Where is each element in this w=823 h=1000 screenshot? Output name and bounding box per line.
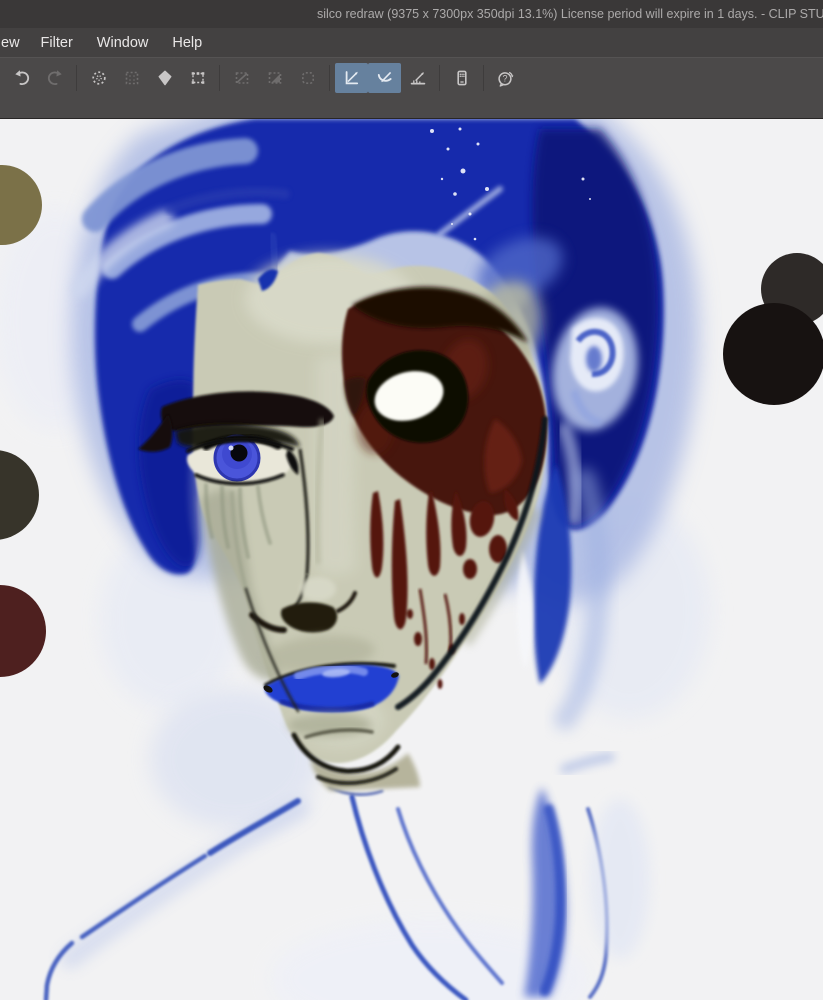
artwork-silco-portrait bbox=[0, 119, 823, 1000]
smartphone-icon bbox=[456, 70, 467, 86]
fill-button[interactable] bbox=[148, 63, 181, 93]
menu-window[interactable]: Window bbox=[85, 28, 161, 57]
toolbar-separator bbox=[76, 65, 77, 91]
menu-view-partial[interactable]: ew bbox=[0, 28, 29, 57]
redo-arrow-icon bbox=[47, 70, 62, 86]
toolbar-separator bbox=[329, 65, 330, 91]
menu-filter[interactable]: Filter bbox=[29, 28, 85, 57]
dotted-square-diagonal-icon bbox=[235, 72, 248, 84]
border-effect-button[interactable] bbox=[291, 63, 324, 93]
svg-text:?: ? bbox=[502, 73, 507, 83]
help-button[interactable]: ? bbox=[489, 63, 522, 93]
question-bubble-icon: ? bbox=[498, 71, 514, 87]
reselect-button[interactable] bbox=[115, 63, 148, 93]
dotted-square-half-fill-icon bbox=[268, 72, 281, 84]
menu-bar: ew Filter Window Help bbox=[0, 28, 823, 57]
ruler-pen-icon bbox=[345, 71, 358, 85]
command-bar: ? bbox=[0, 57, 823, 119]
transform-handles-icon bbox=[191, 72, 204, 84]
snap-to-ruler-button[interactable] bbox=[335, 63, 368, 93]
toolbar-separator bbox=[439, 65, 440, 91]
undo-button[interactable] bbox=[5, 63, 38, 93]
dotted-rounded-square-icon bbox=[301, 71, 314, 84]
smartphone-connection-button[interactable] bbox=[445, 63, 478, 93]
snap-to-special-ruler-button[interactable] bbox=[368, 63, 401, 93]
swatch-black bbox=[723, 303, 823, 405]
scale-rotate-button[interactable] bbox=[181, 63, 214, 93]
clip-studio-paint-window: silco redraw (9375 x 7300px 350dpi 13.1%… bbox=[0, 0, 823, 1000]
window-title: silco redraw (9375 x 7300px 350dpi 13.1%… bbox=[317, 7, 823, 21]
deselect-button[interactable] bbox=[82, 63, 115, 93]
toolbar-separator bbox=[483, 65, 484, 91]
clear-button[interactable] bbox=[225, 63, 258, 93]
grid-ruler-pen-icon bbox=[410, 72, 425, 85]
curve-pen-icon bbox=[377, 71, 392, 83]
snap-to-grid-button[interactable] bbox=[401, 63, 434, 93]
clear-outside-selection-button[interactable] bbox=[258, 63, 291, 93]
menu-help[interactable]: Help bbox=[160, 28, 214, 57]
drawing-canvas[interactable] bbox=[0, 119, 823, 1000]
redo-button[interactable] bbox=[38, 63, 71, 93]
dotted-square-icon bbox=[125, 71, 138, 85]
toolbar-separator bbox=[219, 65, 220, 91]
undo-arrow-icon bbox=[14, 70, 29, 86]
paint-diamond-icon bbox=[158, 70, 172, 86]
dotted-burst-icon bbox=[91, 71, 106, 85]
title-bar: silco redraw (9375 x 7300px 350dpi 13.1%… bbox=[0, 0, 823, 28]
